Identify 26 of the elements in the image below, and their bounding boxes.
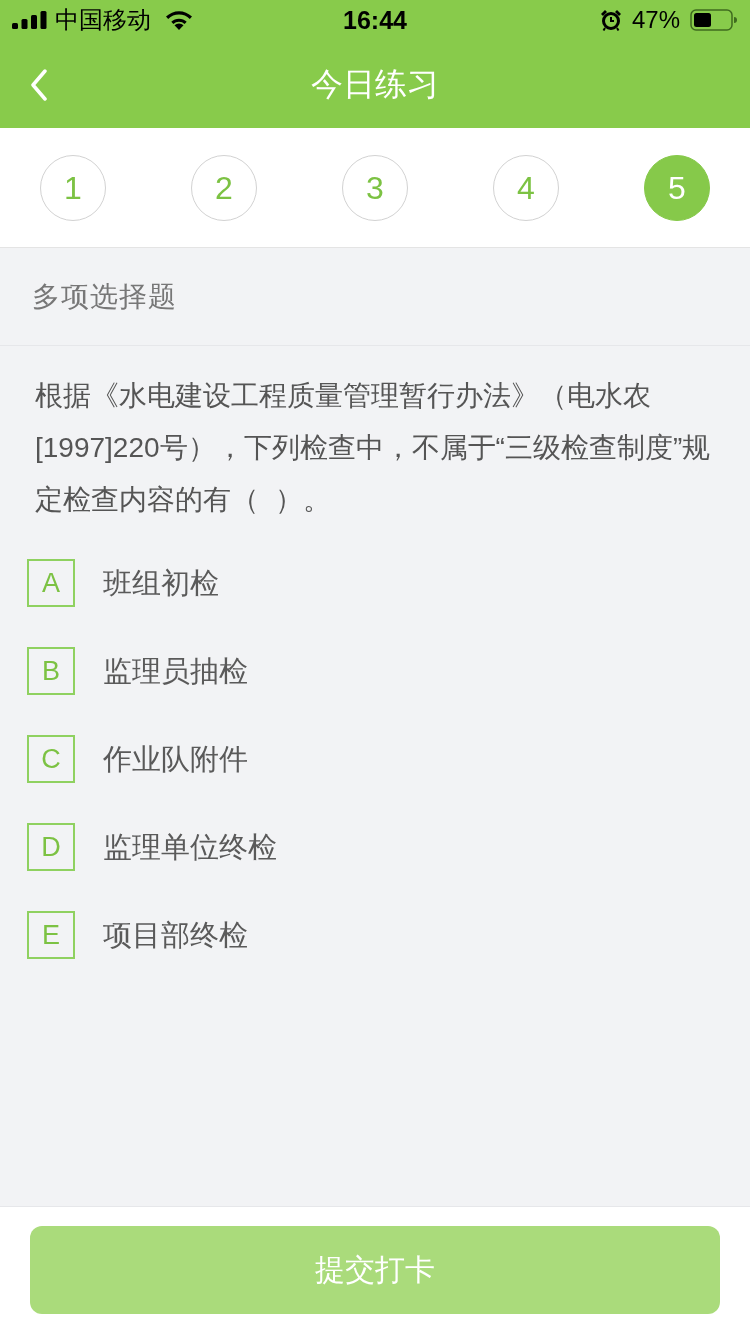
signal-icon <box>12 11 47 29</box>
status-time: 16:44 <box>343 7 407 33</box>
question-number-tab[interactable]: 3 <box>342 154 408 221</box>
option-label[interactable]: 班组初检 <box>103 568 219 598</box>
option-checkbox[interactable]: E <box>27 911 75 959</box>
battery-percentage: 47% <box>631 8 680 32</box>
page-title: 今日练习 <box>311 68 439 100</box>
alarm-clock-icon <box>599 9 622 31</box>
option-label[interactable]: 项目部终检 <box>103 920 248 950</box>
question-number-tab[interactable]: 2 <box>191 154 257 221</box>
option-checkbox[interactable]: C <box>27 735 75 783</box>
question-number-tab[interactable]: 5 <box>644 154 710 221</box>
question-type-label: 多项选择题 <box>32 282 177 311</box>
carrier-name: 中国移动 <box>55 8 151 32</box>
option-label[interactable]: 监理员抽检 <box>103 656 248 686</box>
question-text: 根据《水电建设工程质量管理暂行办法》（电水农[1997]220号），下列检查中，不属于“三级检查制度”规定检查内容的有（ ）。 <box>35 379 712 517</box>
option-checkbox[interactable]: B <box>27 647 75 695</box>
option-label[interactable]: 监理单位终检 <box>103 832 277 862</box>
question-number-tab[interactable]: 1 <box>40 154 106 221</box>
option-checkbox[interactable]: D <box>27 823 75 871</box>
question-number-tab[interactable]: 4 <box>493 154 559 221</box>
battery-icon <box>690 9 737 31</box>
option-label[interactable]: 作业队附件 <box>103 744 248 774</box>
wifi-icon <box>165 10 193 30</box>
option-checkbox[interactable]: A <box>27 559 75 607</box>
back-icon[interactable] <box>30 69 48 101</box>
